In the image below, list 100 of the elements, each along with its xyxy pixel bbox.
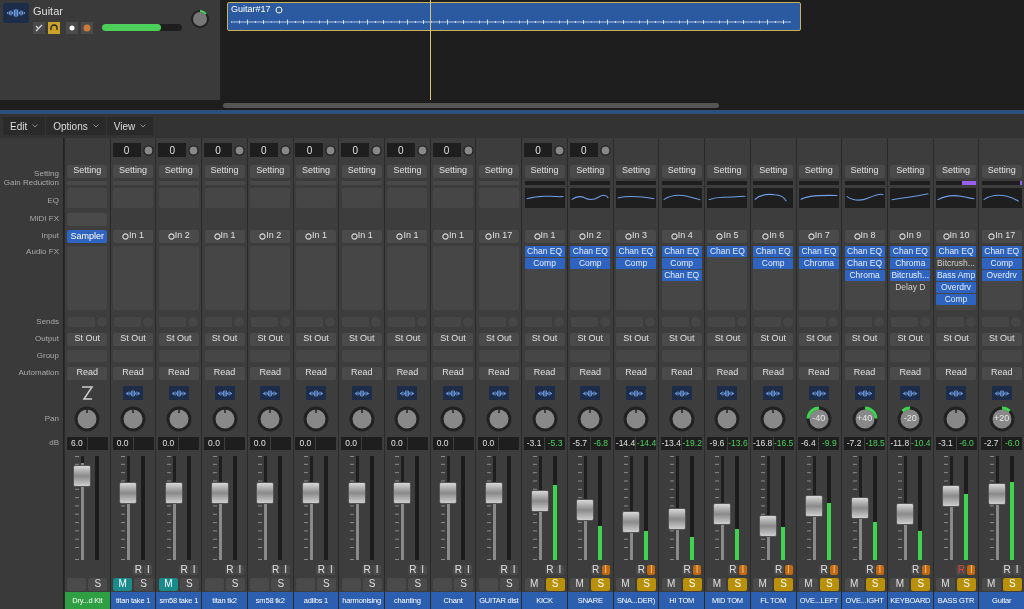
volume-value[interactable]: 0.0: [204, 436, 224, 450]
pan-knob[interactable]: [210, 405, 239, 433]
mute-button[interactable]: M: [158, 577, 178, 591]
input-button[interactable]: In 1: [341, 229, 382, 243]
setting-button[interactable]: Setting: [524, 164, 565, 178]
gain-field[interactable]: 0: [386, 143, 415, 157]
eq-curve-display[interactable]: [570, 188, 611, 208]
input-button[interactable]: In 9: [890, 229, 931, 243]
gain-field[interactable]: 0: [432, 143, 461, 157]
fader-handle[interactable]: [942, 484, 960, 507]
input-monitor-button[interactable]: I: [144, 565, 153, 575]
input-monitor-button[interactable]: I: [190, 565, 199, 575]
eq-curve-display[interactable]: [936, 188, 976, 208]
volume-slider[interactable]: [102, 24, 182, 31]
volume-value[interactable]: 0.0: [112, 436, 133, 450]
plugin-slot[interactable]: Chan EQ: [844, 258, 885, 269]
input-monitor-button[interactable]: I: [327, 565, 336, 575]
record-button[interactable]: R: [133, 565, 144, 575]
output-button[interactable]: St Out: [570, 332, 611, 346]
output-button[interactable]: St Out: [616, 332, 656, 346]
mute-button[interactable]: M: [890, 577, 910, 591]
mute-button[interactable]: M: [616, 577, 635, 591]
fader-handle[interactable]: [896, 502, 915, 525]
setting-button[interactable]: Setting: [890, 164, 931, 178]
plugin-slot[interactable]: Chan EQ: [524, 246, 565, 257]
record-button[interactable]: R: [727, 565, 738, 575]
mute-button[interactable]: [387, 577, 407, 591]
mute-button[interactable]: M: [936, 577, 955, 591]
pan-knob[interactable]: [439, 405, 468, 433]
fader-handle[interactable]: [987, 483, 1006, 506]
input-monitor-button[interactable]: I: [464, 565, 473, 575]
plugin-slot[interactable]: Chan EQ: [616, 246, 656, 257]
output-button[interactable]: St Out: [844, 332, 885, 346]
group-slot[interactable]: [433, 350, 474, 362]
mute-button[interactable]: [204, 577, 224, 591]
setting-button[interactable]: Setting: [341, 164, 382, 178]
fader-handle[interactable]: [759, 514, 778, 537]
record-button[interactable]: R: [179, 565, 190, 575]
pan-knob[interactable]: [73, 405, 102, 433]
pan-knob[interactable]: [164, 405, 193, 433]
pan-knob[interactable]: [713, 405, 742, 433]
pan-knob[interactable]: [942, 405, 970, 433]
setting-button[interactable]: Setting: [478, 164, 519, 178]
output-button[interactable]: St Out: [753, 332, 794, 346]
setting-button[interactable]: Setting: [250, 164, 291, 178]
automation-button[interactable]: Read: [936, 366, 976, 380]
input-monitor-icon[interactable]: [33, 21, 45, 34]
gain-field[interactable]: 0: [112, 143, 141, 157]
menu-button[interactable]: Edit: [3, 117, 46, 135]
fader-handle[interactable]: [73, 465, 92, 488]
output-button[interactable]: St Out: [204, 332, 245, 346]
setting-button[interactable]: Setting: [661, 164, 702, 178]
fader-handle[interactable]: [484, 481, 503, 504]
automation-button[interactable]: Read: [890, 366, 931, 380]
setting-button[interactable]: Setting: [113, 164, 154, 178]
setting-button[interactable]: Setting: [158, 164, 199, 178]
volume-value[interactable]: -13.4: [661, 436, 682, 450]
eq-slot[interactable]: [295, 188, 336, 208]
fader-handle[interactable]: [850, 496, 869, 519]
input-button[interactable]: In 3: [616, 229, 656, 243]
input-button[interactable]: In 1: [387, 229, 428, 243]
plugin-slot[interactable]: Chroma: [844, 270, 885, 281]
automation-button[interactable]: Read: [387, 366, 428, 380]
output-button[interactable]: St Out: [661, 332, 702, 346]
plugin-slot[interactable]: Overdrv: [936, 282, 976, 293]
eq-curve-display[interactable]: [707, 188, 748, 208]
solo-button[interactable]: S: [179, 577, 199, 591]
input-button[interactable]: In 1: [524, 229, 565, 243]
plugin-slot[interactable]: Bass Amp: [936, 270, 976, 281]
record-button[interactable]: R: [270, 565, 281, 575]
mute-button[interactable]: [341, 577, 361, 591]
plugin-slot[interactable]: Comp: [981, 258, 1022, 269]
output-button[interactable]: St Out: [478, 332, 519, 346]
solo-button[interactable]: S: [454, 577, 474, 591]
input-button[interactable]: In 2: [158, 229, 199, 243]
plugin-slot[interactable]: Chan EQ: [844, 246, 885, 257]
mute-button[interactable]: [295, 577, 315, 591]
automation-button[interactable]: Read: [524, 366, 565, 380]
solo-button[interactable]: S: [225, 577, 245, 591]
pan-knob[interactable]: [576, 405, 605, 433]
gain-field[interactable]: 0: [249, 143, 278, 157]
record-button[interactable]: R: [407, 565, 418, 575]
input-button[interactable]: In 1: [295, 229, 336, 243]
input-button[interactable]: In 17: [478, 229, 519, 243]
pan-knob[interactable]: [119, 405, 148, 433]
eq-curve-display[interactable]: [753, 188, 794, 208]
fader-handle[interactable]: [393, 481, 412, 504]
mute-button[interactable]: M: [707, 577, 727, 591]
fader-handle[interactable]: [301, 481, 320, 504]
fader-handle[interactable]: [667, 508, 686, 531]
mute-button[interactable]: M: [524, 577, 544, 591]
automation-button[interactable]: Read: [661, 366, 702, 380]
input-button[interactable]: In 6: [753, 229, 794, 243]
automation-button[interactable]: Read: [753, 366, 794, 380]
fader-handle[interactable]: [210, 481, 229, 504]
fader-handle[interactable]: [347, 481, 366, 504]
fader-handle[interactable]: [804, 495, 823, 518]
setting-button[interactable]: Setting: [707, 164, 748, 178]
output-button[interactable]: St Out: [158, 332, 199, 346]
input-button[interactable]: In 1: [433, 229, 474, 243]
